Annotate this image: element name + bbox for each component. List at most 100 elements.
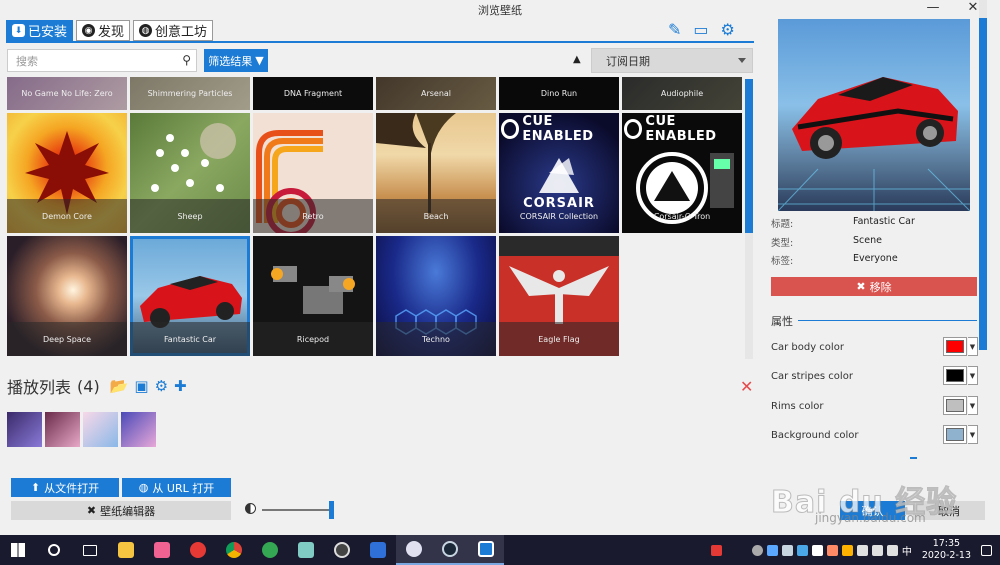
open-from-url-button[interactable]: ◍ 从 URL 打开 (122, 478, 231, 497)
taskbar-app[interactable] (144, 535, 180, 565)
filter-label: 筛选结果 (208, 54, 253, 68)
grid-scrollbar[interactable] (745, 79, 753, 359)
tray-app-icon[interactable] (796, 544, 808, 556)
task-view-button[interactable] (72, 535, 108, 565)
ime-indicator[interactable]: 中 (902, 543, 912, 558)
taskbar-app[interactable] (252, 535, 288, 565)
volume-icon[interactable] (886, 544, 898, 556)
wallpaper-tile[interactable]: Ricepod (253, 236, 373, 356)
tray-steam-icon[interactable] (781, 544, 793, 556)
details-scrollbar[interactable] (979, 0, 987, 350)
color-swatch[interactable] (943, 337, 967, 356)
wallpaper-editor-button[interactable]: ✖ 壁纸编辑器 (11, 501, 231, 520)
playlist-thumbnail[interactable] (7, 412, 42, 447)
playlist-thumbnail[interactable] (45, 412, 80, 447)
playlist-thumbnail[interactable] (83, 412, 118, 447)
wallpaper-tile[interactable]: Demon Core (7, 113, 127, 233)
color-swatch[interactable] (943, 366, 967, 385)
details-scrollbar-thumb[interactable] (979, 18, 987, 350)
taskbar-app[interactable] (216, 535, 252, 565)
wallpaper-title: Dino Run (499, 77, 619, 110)
property-car-stripes-color: Car stripes color ▼ (771, 366, 978, 386)
chevron-down-icon[interactable]: ▼ (968, 337, 978, 356)
brightness-slider-handle[interactable] (329, 501, 334, 519)
plus-icon[interactable]: ✚ (174, 377, 187, 395)
open-from-file-button[interactable]: ⬆ 从文件打开 (11, 478, 119, 497)
taskbar-app[interactable] (288, 535, 324, 565)
save-icon[interactable]: ▣ (134, 377, 148, 395)
wallpaper-tile[interactable]: DNA Fragment (253, 77, 373, 110)
clear-playlist-icon[interactable]: ✕ (740, 377, 753, 396)
cortana-button[interactable] (36, 535, 72, 565)
windows-start-button[interactable] (0, 535, 36, 565)
preview-car-art (778, 77, 970, 211)
chevron-down-icon[interactable]: ▼ (968, 366, 978, 385)
wallpaper-tile[interactable]: Deep Space (7, 236, 127, 356)
battery-icon[interactable] (856, 544, 868, 556)
tab-installed-label: 已安装 (28, 25, 68, 40)
tray-app-icon[interactable] (826, 544, 838, 556)
wallpaper-tile[interactable]: Sheep (130, 113, 250, 233)
monitor-icon[interactable]: ▭ (693, 20, 708, 39)
color-swatch[interactable] (943, 425, 967, 444)
wallpaper-title: Deep Space (7, 322, 127, 356)
sort-select[interactable]: 订阅日期 (591, 48, 753, 73)
tags-value: Everyone (853, 253, 898, 264)
playlist-title: 播放列表 (7, 378, 72, 397)
tab-installed[interactable]: ⬇ 已安装 (6, 20, 74, 41)
ok-button[interactable]: 确认 (840, 501, 905, 520)
wallpaper-tile[interactable]: Retro (253, 113, 373, 233)
remove-button[interactable]: ✖ 移除 (771, 277, 977, 296)
wallpaper-tile[interactable]: Arsenal (376, 77, 496, 110)
wallpaper-tile[interactable]: Beach (376, 113, 496, 233)
search-input[interactable]: 搜索 ⚲ (7, 49, 197, 72)
grid-scrollbar-thumb[interactable] (745, 79, 753, 233)
tab-workshop[interactable]: ◍ 创意工坊 (133, 20, 214, 41)
taskbar-app-active[interactable] (468, 535, 504, 565)
notification-icon[interactable] (981, 544, 992, 556)
search-icon[interactable]: ⚲ (182, 53, 191, 67)
tab-discover[interactable]: ◉ 发现 (76, 20, 131, 41)
bilibili-icon (154, 542, 170, 558)
cancel-button[interactable]: 取消 (913, 501, 985, 520)
wallpaper-tile[interactable]: No Game No Life: Zero (7, 77, 127, 110)
wallpaper-tile[interactable]: Dino Run (499, 77, 619, 110)
taskbar-app-active[interactable] (432, 535, 468, 565)
wallpaper-title: Beach (376, 199, 496, 233)
clock[interactable]: 17:35 2020-2-13 (922, 538, 971, 562)
color-swatch[interactable] (943, 396, 967, 415)
chevron-down-icon[interactable]: ▼ (968, 425, 978, 444)
tray-app-icon[interactable] (841, 544, 853, 556)
wallpaper-tile[interactable]: Techno (376, 236, 496, 356)
taskbar: 中 17:35 2020-2-13 (0, 535, 1000, 565)
remove-label: 移除 (869, 280, 892, 294)
tray-app-icon[interactable] (710, 544, 722, 556)
tray-app-icon[interactable] (766, 544, 778, 556)
wallpaper-engine-active-icon (478, 541, 494, 557)
filter-button[interactable]: 筛选结果 ▼ (204, 49, 268, 72)
wifi-icon[interactable] (871, 544, 883, 556)
gear-icon[interactable]: ⚙ (721, 20, 735, 39)
wallpaper-tile[interactable]: Audiophile (622, 77, 742, 110)
folder-open-icon[interactable]: 📂 (110, 377, 129, 395)
brush-icon[interactable]: ✎ (668, 20, 681, 39)
wallpaper-tile[interactable]: CUE ENABLED Corsair-O-Tron (622, 113, 742, 233)
wallpaper-tile[interactable]: Eagle Flag (499, 236, 619, 356)
tray-app-icon[interactable] (811, 544, 823, 556)
open-from-url-label: 从 URL 打开 (152, 481, 215, 495)
taskbar-app[interactable] (360, 535, 396, 565)
wallpaper-tile[interactable]: CUE ENABLED CORSAIR CORSAIR Collection (499, 113, 619, 233)
type-value: Scene (853, 235, 882, 246)
taskbar-app[interactable] (324, 535, 360, 565)
settings-gears-icon[interactable]: ⚙ (155, 377, 168, 395)
brightness-slider[interactable] (262, 501, 334, 519)
taskbar-app[interactable] (180, 535, 216, 565)
chevron-down-icon[interactable]: ▼ (968, 396, 978, 415)
taskbar-app[interactable] (108, 535, 144, 565)
wallpaper-tile[interactable]: Shimmering Particles (130, 77, 250, 110)
sort-direction-icon[interactable]: ▲ (573, 54, 581, 65)
wallpaper-tile-selected[interactable]: Fantastic Car (130, 236, 250, 356)
people-icon[interactable] (751, 544, 763, 556)
taskbar-app-active[interactable] (396, 535, 432, 565)
playlist-thumbnail[interactable] (121, 412, 156, 447)
